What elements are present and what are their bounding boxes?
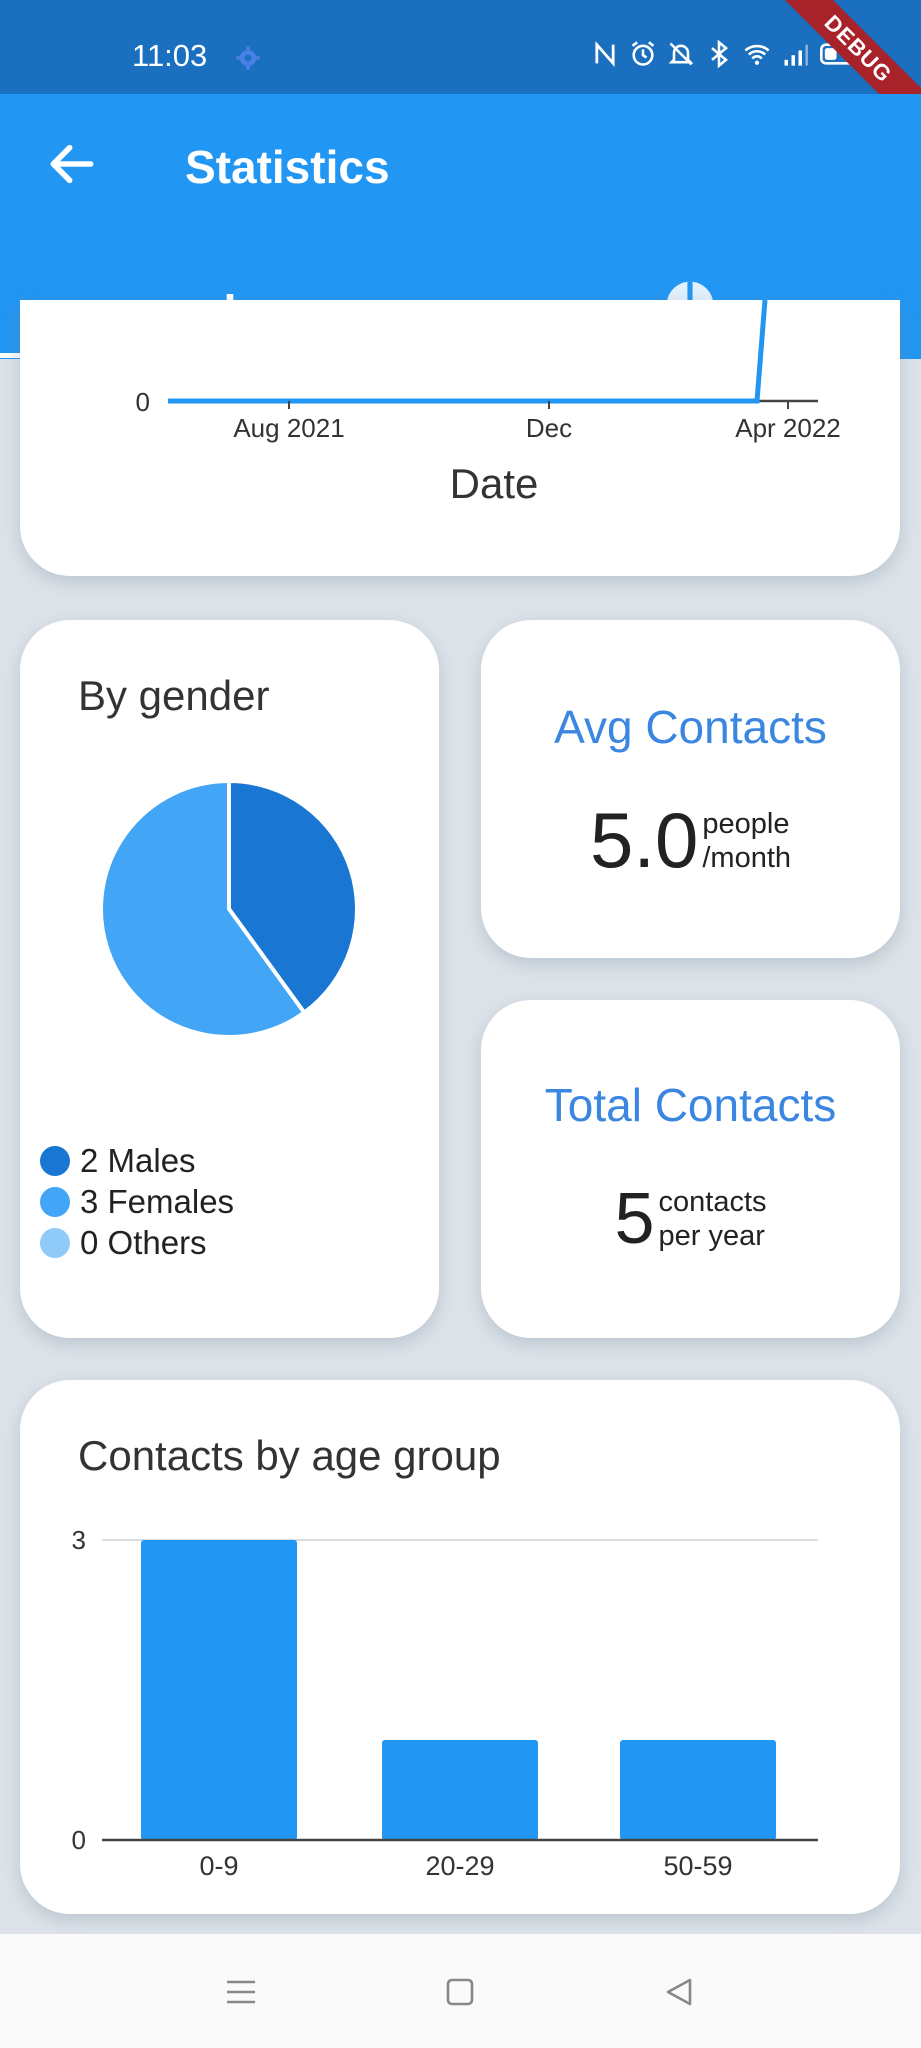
age-bar-50-59: [620, 1740, 776, 1840]
status-bar: 11:03 DEBUG: [0, 0, 921, 94]
date-x-ticks: Aug 2021 Dec Apr 2022: [233, 401, 841, 443]
system-nav-bar: [0, 1934, 921, 2048]
bluetooth-icon: [711, 40, 729, 68]
legend-dot-others: [40, 1227, 70, 1258]
gender-legend: 2 Males 3 Females 0 Others: [40, 1140, 234, 1263]
back-triangle-icon[interactable]: [660, 1972, 700, 2012]
avg-contacts-title: Avg Contacts: [554, 701, 827, 753]
gender-card-title: By gender: [78, 672, 270, 719]
wifi-icon: [744, 44, 770, 65]
status-time: 11:03: [132, 38, 208, 73]
avg-contacts-row: 5.0 people /month: [481, 795, 900, 886]
date-chart-card: 0 Aug 2021 Dec Apr 2022 Date: [20, 300, 900, 576]
age-y-tick-label: 0: [72, 1825, 86, 1855]
avg-contacts-value: 5.0: [589, 796, 699, 884]
total-unit-line1: contacts: [658, 1186, 767, 1218]
age-group-card: Contacts by age group 0 3 0-9 20-29 50-59: [20, 1380, 900, 1914]
legend-label-others: 0 Others: [80, 1223, 207, 1261]
date-series-line: [168, 300, 768, 404]
age-bar-20-29: [382, 1740, 538, 1840]
nfc-icon: [595, 40, 615, 68]
avg-contacts-card: Avg Contacts 5.0 people /month: [481, 620, 900, 958]
avg-contacts-unit: people /month: [702, 807, 791, 875]
age-bar-0-9: [141, 1540, 297, 1840]
total-contacts-row: 5 contacts per year: [481, 1178, 900, 1260]
arrow-back-icon[interactable]: [44, 136, 100, 192]
date-x-tick-label: Dec: [526, 413, 572, 443]
age-x-tick-label: 0-9: [199, 1851, 238, 1881]
home-icon[interactable]: [440, 1972, 480, 2012]
age-card-title: Contacts by age group: [78, 1432, 501, 1479]
date-x-label: Date: [450, 460, 539, 507]
status-icons: [591, 40, 861, 68]
legend-item-others: 0 Others: [40, 1222, 234, 1263]
age-x-tick-label: 50-59: [663, 1851, 732, 1881]
legend-dot-males: [40, 1145, 70, 1176]
signal-icon: [784, 44, 808, 66]
menu-icon[interactable]: [221, 1972, 261, 2012]
legend-label-males: 2 Males: [80, 1141, 196, 1179]
age-y-tick-label: 3: [72, 1525, 86, 1555]
total-contacts-title: Total Contacts: [544, 1079, 837, 1131]
date-y-tick: 0: [136, 387, 150, 417]
total-contacts-value: 5: [614, 1179, 655, 1259]
age-x-tick-label: 20-29: [425, 1851, 494, 1881]
gear-icon: [236, 46, 260, 70]
avg-unit-line2: /month: [702, 841, 792, 874]
total-contacts-card: Total Contacts 5 contacts per year: [481, 1000, 900, 1338]
alarm-icon: [631, 41, 655, 66]
total-contacts-unit: contacts per year: [659, 1185, 767, 1253]
age-bar-chart: 0 3 0-9 20-29 50-59: [72, 1525, 818, 1881]
legend-label-females: 3 Females: [80, 1182, 235, 1220]
total-unit-line2: per year: [658, 1220, 765, 1252]
legend-item-females: 3 Females: [40, 1181, 234, 1222]
legend-dot-females: [40, 1186, 70, 1217]
gender-pie-chart: [99, 778, 359, 1039]
date-x-tick-label: Apr 2022: [735, 413, 841, 443]
date-line-chart: 0 Aug 2021 Dec Apr 2022 Date: [136, 300, 841, 507]
date-x-tick-label: Aug 2021: [233, 413, 344, 443]
page-title: Statistics: [185, 141, 390, 193]
legend-item-males: 2 Males: [40, 1140, 234, 1181]
gender-card: By gender 2 Males 3 Females 0 Others: [20, 620, 439, 1338]
mute-icon: [668, 42, 694, 66]
avg-unit-line1: people: [702, 807, 790, 840]
